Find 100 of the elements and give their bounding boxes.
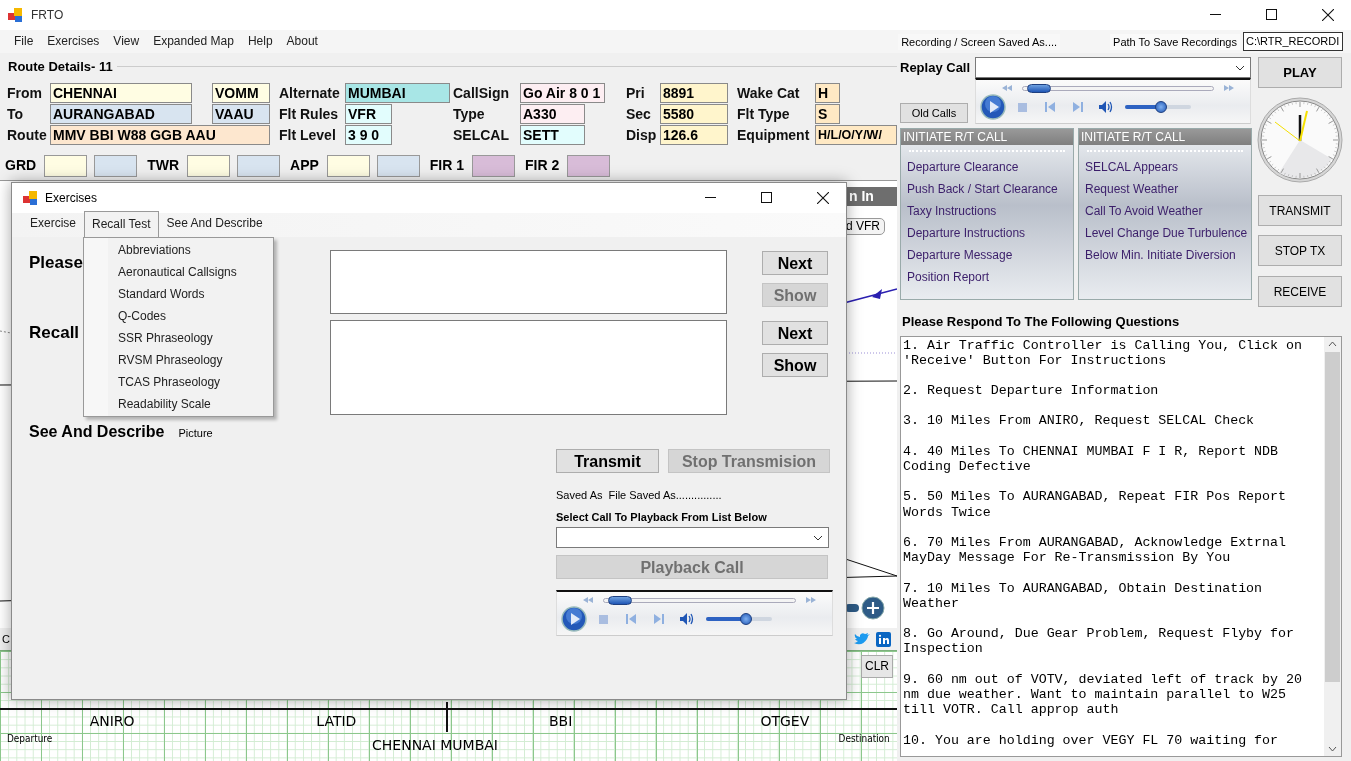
clear-button[interactable]: CLR	[861, 655, 893, 678]
call-link[interactable]: Position Report	[901, 266, 1073, 288]
action-button[interactable]: TRANSMIT	[1258, 195, 1342, 226]
input-field[interactable]: A330	[520, 103, 585, 124]
input-field[interactable]	[237, 154, 280, 177]
tile-icon[interactable]	[876, 631, 891, 647]
input-field[interactable]: VAAU	[212, 103, 270, 124]
input-field[interactable]: H	[815, 82, 840, 103]
menu-tab[interactable]: Exercise	[22, 210, 84, 237]
menu-item[interactable]: View	[106, 30, 147, 53]
input-field[interactable]: 3 9 0	[345, 124, 392, 145]
scrollbar[interactable]	[1324, 336, 1341, 756]
call-link[interactable]: Departure Clearance	[901, 156, 1073, 178]
input-field[interactable]	[472, 154, 516, 177]
menu-item[interactable]: Q-Codes	[84, 305, 273, 327]
menu-item[interactable]: Aeronautical Callsigns	[84, 261, 273, 283]
input-field[interactable]	[376, 154, 420, 177]
field-label: CallSign	[453, 83, 510, 103]
menu-item[interactable]: TCAS Phraseology	[84, 371, 273, 393]
question-text: 1. Air Traffic Controller is Calling You, Click on 'Receive' Button For Instructions	[903, 337, 1303, 368]
input-field[interactable]: MMV BBI W88 GGB AAU	[50, 124, 270, 145]
call-link[interactable]: Departure Instructions	[901, 222, 1073, 244]
menu-item[interactable]: Expanded Map	[146, 30, 241, 53]
input-field[interactable]: H/L/O/Y/W/	[815, 124, 897, 145]
menu-item[interactable]: Help	[240, 30, 280, 53]
field-label: Pri	[626, 83, 646, 103]
input-field[interactable]: VOMM	[212, 82, 270, 103]
action-button[interactable]: Next	[762, 251, 828, 275]
menu-item[interactable]: Readability Scale	[84, 393, 273, 415]
call-link[interactable]: SELCAL Appears	[1079, 156, 1251, 178]
menu-tab[interactable]: See And Describe	[158, 210, 271, 237]
field-label: Flt Level	[279, 125, 337, 145]
input-field[interactable]: VFR	[345, 103, 392, 124]
path-field[interactable]: C:\RTR_RECORDI	[1243, 32, 1343, 51]
question-text: 10. You are holding over VEGY FL 70 waiting for	[903, 732, 1280, 748]
volume-icon[interactable]	[680, 613, 694, 625]
call-link[interactable]: Request Weather	[1079, 178, 1251, 200]
input-field[interactable]	[94, 154, 138, 177]
answer-box[interactable]	[330, 250, 727, 314]
maximize-icon[interactable]	[1266, 9, 1277, 20]
call-link[interactable]: Below Min. Initiate Diversion	[1079, 244, 1251, 266]
play-icon[interactable]	[980, 94, 1006, 120]
bird-icon[interactable]	[854, 632, 870, 646]
waypoint-label: LATID	[316, 712, 357, 731]
close-icon[interactable]	[1322, 9, 1334, 21]
media-player[interactable]	[556, 590, 833, 636]
field-label: FIR 1	[429, 156, 465, 175]
menu-item[interactable]: About	[279, 30, 325, 53]
menu-item[interactable]: RVSM Phraseology	[84, 349, 273, 371]
question-text: 3. 10 Miles From ANIRO, Request SELCAL Check	[903, 413, 1256, 429]
seek-thumb[interactable]	[607, 595, 632, 605]
playback-dropdown[interactable]	[556, 527, 829, 548]
field-label: Recall	[29, 322, 80, 342]
play-button[interactable]: PLAY	[1258, 57, 1342, 88]
input-field[interactable]: AURANGABAD	[50, 103, 192, 124]
answer-box[interactable]	[330, 320, 727, 415]
seek-slider[interactable]	[603, 597, 796, 603]
action-button[interactable]: STOP TX	[1258, 235, 1342, 266]
app-icon	[7, 7, 23, 23]
close-icon[interactable]	[817, 192, 829, 204]
menu-item[interactable]: File	[0, 30, 41, 53]
input-field[interactable]: 5580	[660, 103, 728, 124]
input-field[interactable]	[567, 154, 611, 177]
action-button[interactable]: Next	[762, 321, 828, 345]
menu-item[interactable]: Abbreviations	[84, 239, 273, 261]
input-field[interactable]	[44, 154, 88, 177]
call-link[interactable]: Taxy Instructions	[901, 200, 1073, 222]
call-link[interactable]: Departure Message	[901, 244, 1073, 266]
departure-label: Departure	[7, 731, 53, 747]
call-link[interactable]: Level Change Due Turbulence	[1079, 222, 1251, 244]
menu-item[interactable]: Exercises	[40, 30, 107, 53]
menu-tab[interactable]: Recall Test	[84, 211, 159, 237]
action-button[interactable]: Transmit	[556, 449, 659, 473]
input-field[interactable]: SETT	[520, 124, 585, 145]
input-field[interactable]: CHENNAI	[50, 82, 192, 103]
seek-thumb[interactable]	[1026, 83, 1051, 93]
replay-dropdown[interactable]	[975, 57, 1251, 78]
action-button[interactable]: Show	[762, 353, 828, 377]
seek-slider[interactable]	[1022, 85, 1214, 91]
input-field[interactable]	[187, 154, 230, 177]
input-field[interactable]: S	[815, 103, 840, 124]
volume-thumb[interactable]	[1155, 101, 1168, 113]
volume-thumb[interactable]	[739, 613, 752, 625]
maximize-icon[interactable]	[761, 192, 772, 203]
input-field[interactable]: MUMBAI	[345, 82, 450, 103]
old-calls-button[interactable]: Old Calls	[900, 103, 968, 123]
input-field[interactable]: Go Air 8 0 1	[520, 82, 605, 103]
input-field[interactable]	[326, 154, 370, 177]
media-player[interactable]	[975, 78, 1251, 124]
input-field[interactable]: 8891	[660, 82, 728, 103]
call-link[interactable]: Call To Avoid Weather	[1079, 200, 1251, 222]
menu-item[interactable]: Standard Words	[84, 283, 273, 305]
zoom-in-icon[interactable]	[861, 596, 885, 620]
question-text: 5. 50 Miles To AURANGABAD, Repeat FIR Pos Report Words Twice	[903, 489, 1287, 520]
menu-item[interactable]: SSR Phraseology	[84, 327, 273, 349]
action-button[interactable]: RECEIVE	[1258, 276, 1342, 307]
play-icon[interactable]	[561, 606, 587, 632]
input-field[interactable]: 126.6	[660, 124, 728, 145]
call-link[interactable]: Push Back / Start Clearance	[901, 178, 1073, 200]
volume-icon[interactable]	[1099, 101, 1113, 113]
